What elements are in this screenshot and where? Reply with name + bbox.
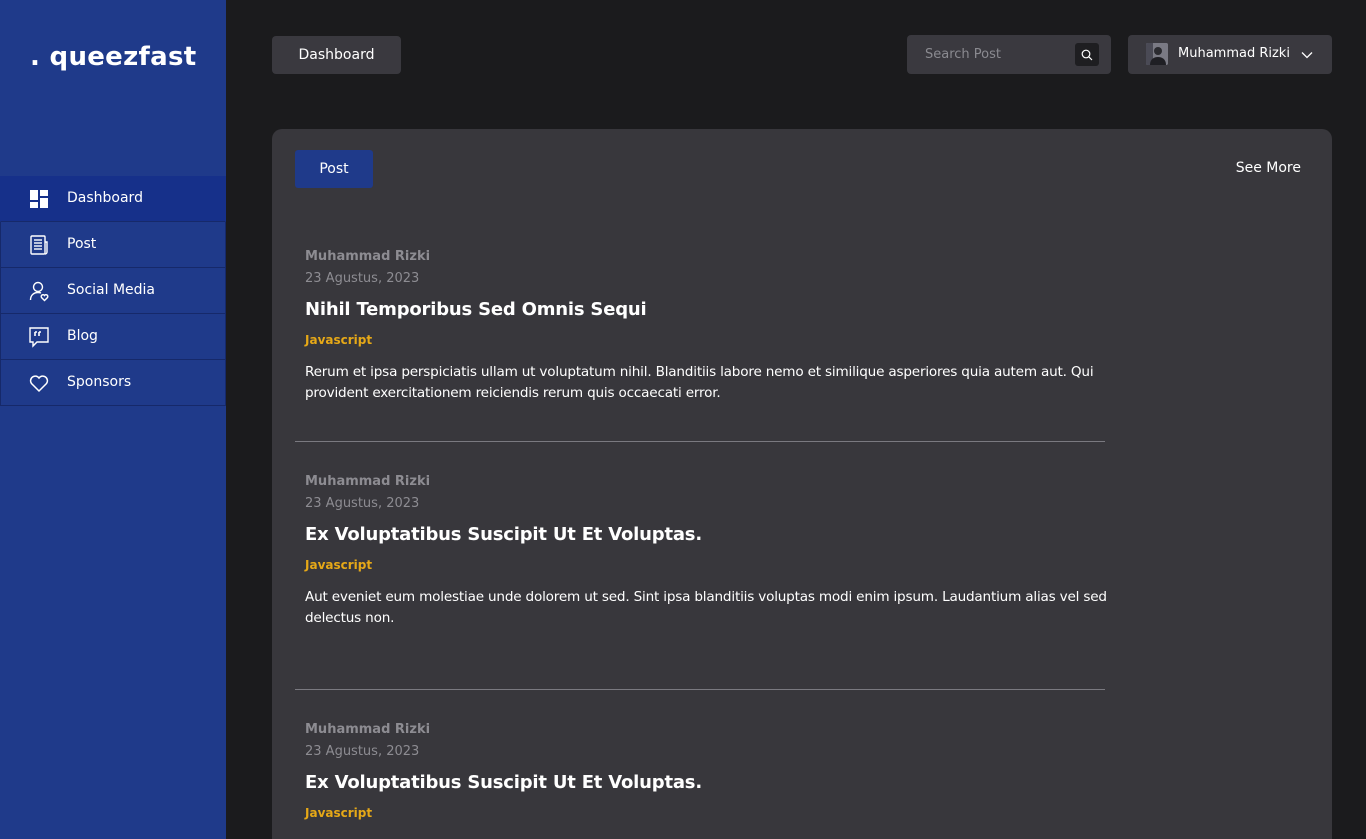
sidebar-nav: Dashboard Post Social Media Blog Sponsor… (0, 176, 226, 406)
sidebar-item-social-media[interactable]: Social Media (0, 268, 226, 314)
search-input[interactable] (925, 44, 1075, 64)
search-button[interactable] (1075, 43, 1099, 66)
breadcrumb[interactable]: Dashboard (272, 36, 401, 74)
user-menu[interactable]: Muhammad Rizki (1128, 35, 1332, 74)
sidebar-item-dashboard[interactable]: Dashboard (0, 176, 226, 222)
search-box (907, 35, 1111, 74)
sidebar-item-label: Sponsors (67, 374, 132, 390)
post-title[interactable]: Ex Voluptatibus Suscipit Ut Et Voluptas. (305, 772, 1107, 793)
post-title[interactable]: Nihil Temporibus Sed Omnis Sequi (305, 299, 1107, 320)
post-date: 23 Agustus, 2023 (305, 496, 420, 511)
user-heart-icon (28, 280, 50, 302)
heart-icon (28, 372, 50, 394)
sidebar-item-blog[interactable]: Blog (0, 314, 226, 360)
post-body: Aut eveniet eum molestiae unde dolorem u… (305, 589, 1107, 626)
sidebar-item-sponsors[interactable]: Sponsors (0, 360, 226, 406)
sidebar-item-label: Blog (67, 328, 98, 344)
post-tag[interactable]: Javascript (305, 558, 1107, 572)
sidebar-item-label: Post (67, 236, 97, 252)
user-name: Muhammad Rizki (1178, 46, 1290, 61)
brand-logo[interactable]: . queezfast (30, 42, 197, 72)
sidebar: . queezfast Dashboard Post Social Media … (0, 0, 226, 839)
list-item[interactable]: Muhammad Rizki 23 Agustus, 2023 Ex Volup… (305, 474, 1107, 629)
app-root: . queezfast Dashboard Post Social Media … (0, 0, 1366, 839)
post-body: Rerum et ipsa perspiciatis ullam ut volu… (305, 364, 1094, 401)
quote-icon (28, 326, 50, 348)
tab-post[interactable]: Post (295, 150, 373, 188)
newspaper-icon (28, 234, 50, 256)
list-item[interactable]: Muhammad Rizki 23 Agustus, 2023 Nihil Te… (305, 249, 1107, 404)
avatar (1146, 43, 1168, 65)
post-author: Muhammad Rizki (305, 249, 431, 264)
chevron-down-icon (1301, 52, 1313, 59)
post-tag[interactable]: Javascript (305, 806, 1107, 820)
post-author: Muhammad Rizki (305, 722, 431, 737)
post-author: Muhammad Rizki (305, 474, 431, 489)
dashboard-icon (28, 188, 50, 210)
divider (295, 689, 1105, 690)
search-icon (1081, 49, 1093, 60)
posts-panel: Post See More Muhammad Rizki 23 Agustus,… (272, 129, 1332, 839)
post-title[interactable]: Ex Voluptatibus Suscipit Ut Et Voluptas. (305, 524, 1107, 545)
list-item[interactable]: Muhammad Rizki 23 Agustus, 2023 Ex Volup… (305, 722, 1107, 835)
see-more-link[interactable]: See More (1236, 160, 1301, 176)
sidebar-item-post[interactable]: Post (0, 222, 226, 268)
post-date: 23 Agustus, 2023 (305, 271, 420, 286)
post-date: 23 Agustus, 2023 (305, 744, 420, 759)
post-tag[interactable]: Javascript (305, 333, 1107, 347)
sidebar-item-label: Social Media (67, 282, 156, 298)
divider (295, 441, 1105, 442)
sidebar-item-label: Dashboard (67, 190, 143, 206)
